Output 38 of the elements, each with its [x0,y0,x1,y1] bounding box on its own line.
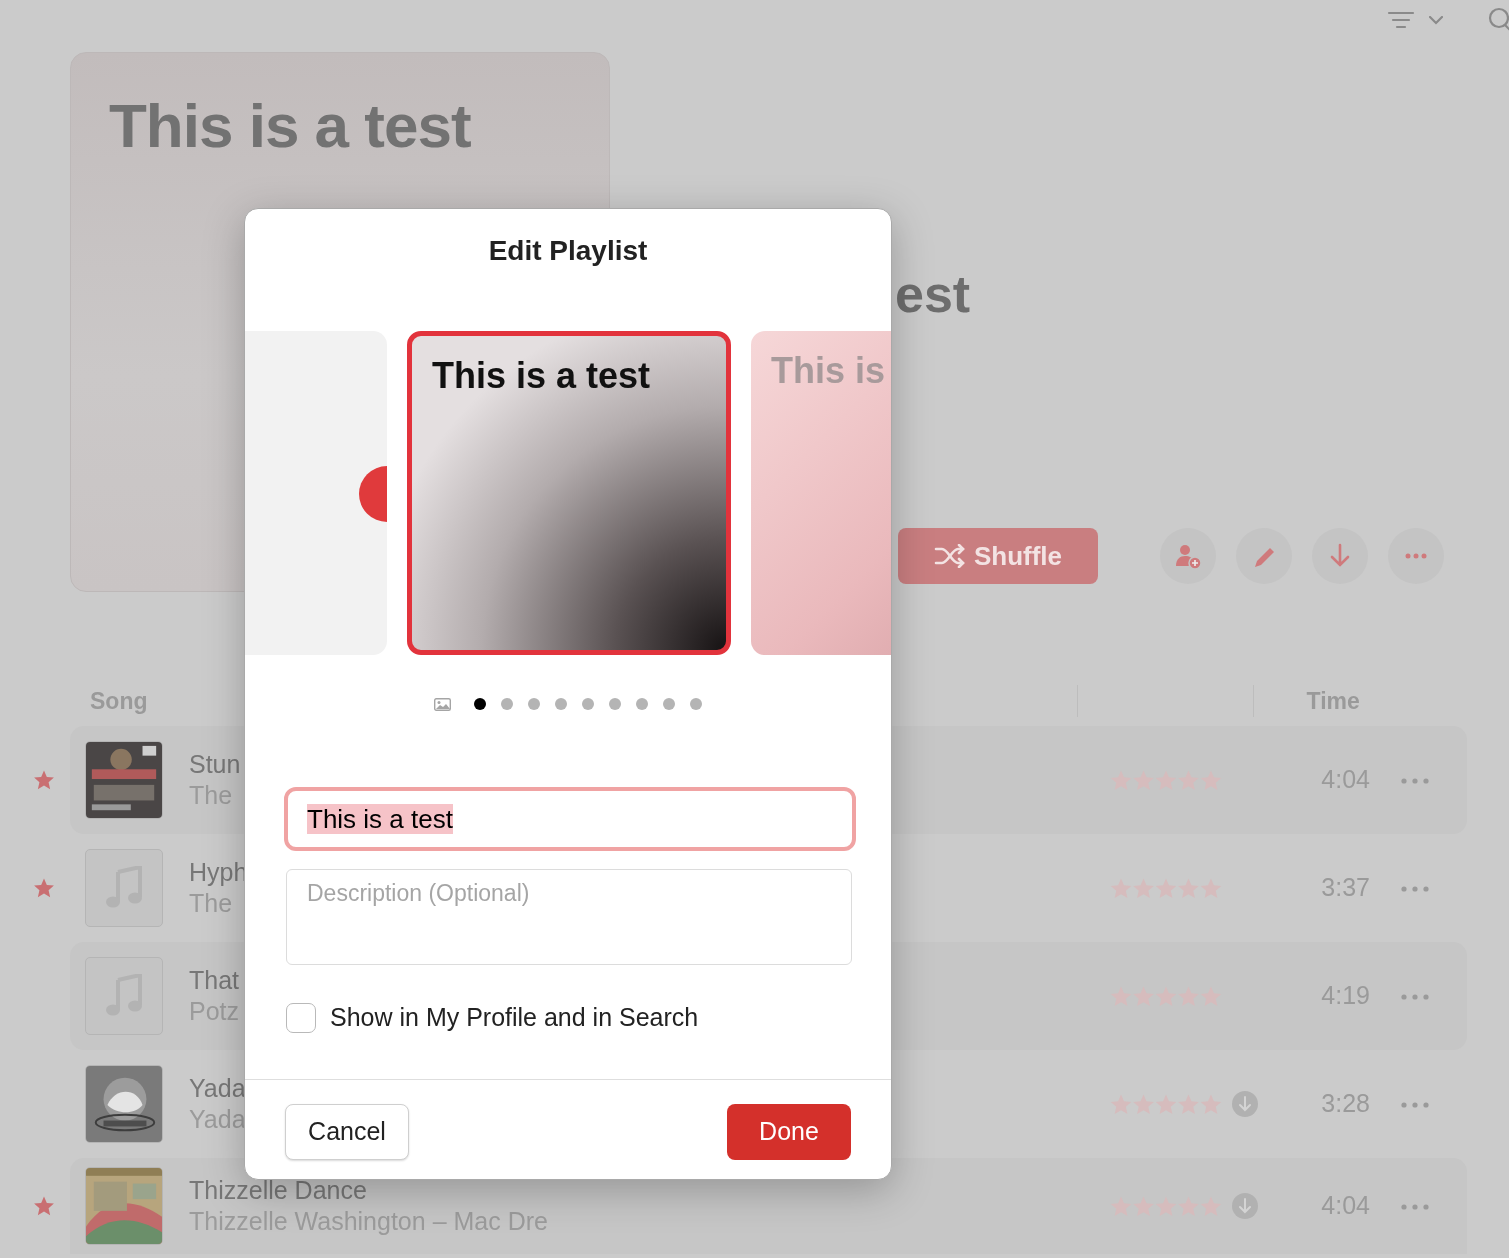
song-title: Stun [189,749,241,780]
chevron-down-icon[interactable] [1429,15,1443,25]
song-title: Thizzelle Dance [189,1175,367,1206]
more-icon [1405,553,1427,559]
artwork-option[interactable]: This is a test [407,331,731,655]
add-person-icon [1174,542,1202,570]
description-field[interactable]: Description (Optional) [286,869,852,965]
song-title: That [189,965,240,996]
page-dot[interactable] [609,698,621,710]
more-icon[interactable] [1400,776,1430,785]
more-icon[interactable] [1400,884,1430,893]
page-dot[interactable] [501,698,513,710]
page-dot[interactable] [582,698,594,710]
page-dot[interactable] [474,698,486,710]
page-dot[interactable] [663,698,675,710]
more-icon[interactable] [1400,992,1430,1001]
more-icon[interactable] [1400,1100,1430,1109]
artwork-title: This is a test [431,354,652,398]
shuffle-icon [933,544,966,568]
more-icon[interactable] [1400,1202,1430,1211]
page-dot[interactable] [636,698,648,710]
song-title: Yada [189,1073,246,1104]
artwork-title: This is [770,349,887,393]
page-dot[interactable] [528,698,540,710]
page-dot[interactable] [555,698,567,710]
page-dot[interactable] [690,698,702,710]
playlist-title: est [895,264,972,324]
checkbox[interactable] [286,1002,316,1033]
dialog-title: Edit Playlist [487,234,649,268]
done-button[interactable]: Done [727,1103,851,1160]
shuffle-button[interactable]: Shuffle [898,528,1098,584]
sort-icon[interactable] [1387,11,1415,29]
search-icon[interactable] [1487,7,1509,33]
checkbox-label: Show in My Profile and in Search [330,1002,699,1033]
image-icon[interactable] [434,697,451,711]
name-field[interactable]: This is a test [284,787,856,851]
cancel-button[interactable]: Cancel [285,1103,409,1160]
artwork-title: This is a test [109,90,472,162]
